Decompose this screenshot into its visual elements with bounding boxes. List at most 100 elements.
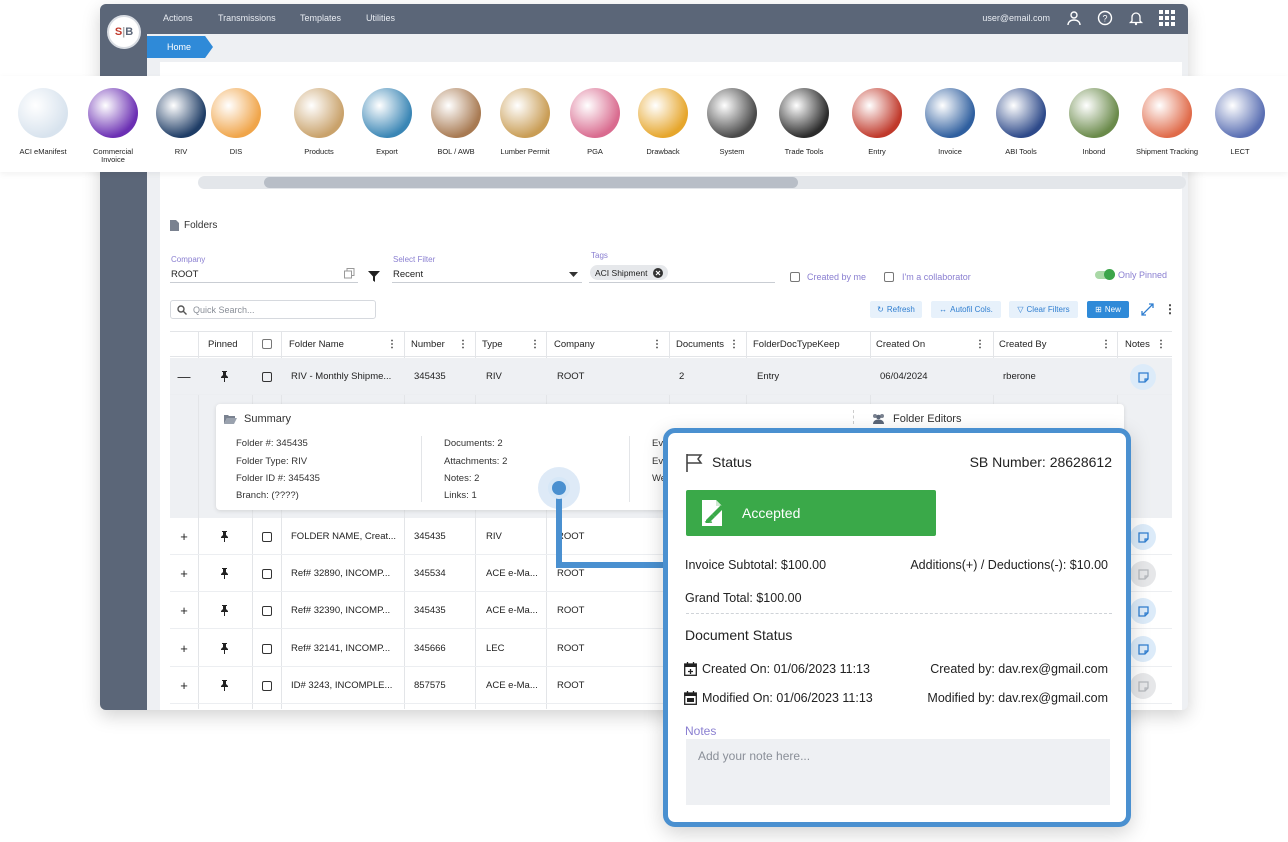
column-menu-icon[interactable]: ⋮ xyxy=(530,339,540,350)
row-checkbox[interactable] xyxy=(252,592,281,629)
col-folderdoctypekeep-header[interactable]: FolderDocTypeKeep xyxy=(745,332,868,356)
note-input[interactable] xyxy=(686,739,1110,805)
column-menu-icon[interactable]: ⋮ xyxy=(387,339,397,350)
menu-utilities[interactable]: Utilities xyxy=(366,13,395,23)
apps-grid-icon[interactable] xyxy=(1158,9,1176,27)
select-filter-dropdown[interactable]: Recent xyxy=(393,269,423,280)
more-options-icon[interactable]: ⋮ xyxy=(1164,302,1176,316)
pin-icon[interactable] xyxy=(198,518,251,555)
copy-icon[interactable] xyxy=(344,268,355,279)
ribbon-item-inbond[interactable]: Inbond xyxy=(1062,88,1126,156)
column-menu-icon[interactable]: ⋮ xyxy=(1156,339,1166,350)
new-button[interactable]: ⊞ New xyxy=(1087,301,1129,318)
filter-icon[interactable] xyxy=(368,271,380,282)
row-expander[interactable]: + xyxy=(176,667,192,704)
column-menu-icon[interactable]: ⋮ xyxy=(652,339,662,350)
tag-chip[interactable]: ACI Shipment xyxy=(590,265,669,280)
col-documents-header[interactable]: Documents ⋮ xyxy=(668,332,745,356)
menu-actions[interactable]: Actions xyxy=(163,13,193,23)
row-checkbox[interactable] xyxy=(252,630,281,667)
clear-filters-button[interactable]: ▽ Clear Filters xyxy=(1009,301,1078,318)
row-checkbox[interactable] xyxy=(252,667,281,704)
row-expander[interactable]: + xyxy=(176,518,192,555)
ribbon-item-drawback[interactable]: Drawback xyxy=(631,88,695,156)
folder-name-cell[interactable]: ID# 3243, INCOMPLE... xyxy=(291,667,401,704)
notes-icon[interactable] xyxy=(1130,561,1156,587)
ribbon-item-invoice[interactable]: Invoice xyxy=(918,88,982,156)
ribbon-item-abi-tools[interactable]: ABI Tools xyxy=(989,88,1053,156)
app-logo[interactable]: S | B xyxy=(107,15,141,49)
ribbon-item-pga[interactable]: PGA xyxy=(563,88,627,156)
notes-icon[interactable] xyxy=(1130,364,1156,390)
ribbon-item-bol-awb[interactable]: BOL / AWB xyxy=(424,88,488,156)
col-type-header[interactable]: Type ⋮ xyxy=(474,332,546,356)
menu-transmissions[interactable]: Transmissions xyxy=(218,13,276,23)
col-created-by-header[interactable]: Created By ⋮ xyxy=(991,332,1117,356)
row-checkbox[interactable] xyxy=(252,555,281,592)
folder-name-cell[interactable]: RIV - Monthly Shipme... xyxy=(291,358,401,395)
col-folder-name-header[interactable]: Folder Name ⋮ xyxy=(281,332,403,356)
col-company-header[interactable]: Company ⋮ xyxy=(546,332,668,356)
user-icon[interactable] xyxy=(1065,9,1083,27)
row-expander[interactable]: + xyxy=(176,555,192,592)
connector-dot xyxy=(548,477,570,499)
folder-name-cell[interactable]: FOLDER NAME, Creat... xyxy=(291,518,401,555)
pin-icon[interactable] xyxy=(198,667,251,704)
ribbon-item-trade-tools[interactable]: Trade Tools xyxy=(772,88,836,156)
ribbon-item-aci-emanifest[interactable]: ACI eManifest xyxy=(11,88,75,156)
select-all-checkbox[interactable] xyxy=(262,339,272,349)
pin-icon[interactable] xyxy=(198,630,251,667)
col-notes-header[interactable]: Notes ⋮ xyxy=(1117,332,1172,356)
company-field[interactable]: ROOT xyxy=(171,269,198,280)
pin-icon[interactable] xyxy=(198,555,251,592)
ribbon-item-entry[interactable]: Entry xyxy=(845,88,909,156)
autofit-columns-button[interactable]: ↔ Autofil Cols. xyxy=(931,301,1001,318)
refresh-button[interactable]: ↻ Refresh xyxy=(870,301,922,318)
table-row[interactable]: — RIV - Monthly Shipme... 345435 RIV ROOT 2 En… xyxy=(170,358,1172,395)
column-menu-icon[interactable]: ⋮ xyxy=(1101,339,1111,350)
notes-icon[interactable] xyxy=(1130,636,1156,662)
folder-name-cell[interactable]: Ref# 32890, INCOMP... xyxy=(291,555,401,592)
pin-icon[interactable] xyxy=(198,358,251,395)
col-pinned-header[interactable]: Pinned xyxy=(198,332,251,356)
created-by-me-checkbox[interactable] xyxy=(790,272,800,282)
folder-name-cell[interactable]: Ref# 32141, INCOMP... xyxy=(291,630,401,667)
row-expander[interactable]: + xyxy=(176,630,192,667)
quick-search-input[interactable]: Quick Search... xyxy=(170,300,376,319)
ribbon-item-export[interactable]: Export xyxy=(355,88,419,156)
row-checkbox[interactable] xyxy=(252,518,281,555)
ribbon-item-lumber-permit[interactable]: Lumber Permit xyxy=(493,88,557,156)
select-filter-label: Select Filter xyxy=(393,255,436,264)
expand-icon[interactable] xyxy=(1141,303,1154,316)
pin-icon[interactable] xyxy=(198,592,251,629)
ribbon-scrollbar-thumb[interactable] xyxy=(264,177,798,188)
ribbon-item-products[interactable]: Products xyxy=(287,88,351,156)
column-menu-icon[interactable]: ⋮ xyxy=(975,339,985,350)
breadcrumb-home[interactable]: Home xyxy=(147,36,213,58)
row-expander[interactable]: — xyxy=(176,358,192,395)
menu-templates[interactable]: Templates xyxy=(300,13,341,23)
folder-name-cell[interactable]: Ref# 32390, INCOMP... xyxy=(291,592,401,629)
row-checkbox[interactable] xyxy=(252,358,281,395)
bell-icon[interactable] xyxy=(1127,9,1145,27)
ribbon-item-commercial-invoice[interactable]: Commercial Invoice xyxy=(81,88,145,164)
col-created-on-header[interactable]: Created On ⋮ xyxy=(868,332,991,356)
column-menu-icon[interactable]: ⋮ xyxy=(458,339,468,350)
toggle-knob[interactable] xyxy=(1104,269,1115,280)
user-email[interactable]: user@email.com xyxy=(982,13,1050,23)
column-menu-icon[interactable]: ⋮ xyxy=(729,339,739,350)
notes-icon[interactable] xyxy=(1130,524,1156,550)
chevron-down-icon[interactable] xyxy=(569,272,578,277)
ribbon-item-lect[interactable]: LECT xyxy=(1208,88,1272,156)
ribbon-item-shipment-tracking[interactable]: Shipment Tracking xyxy=(1135,88,1199,156)
close-icon[interactable] xyxy=(653,267,664,278)
notes-icon[interactable] xyxy=(1130,673,1156,699)
notes-icon[interactable] xyxy=(1130,598,1156,624)
ribbon-item-dis[interactable]: DIS xyxy=(204,88,268,156)
col-number-header[interactable]: Number ⋮ xyxy=(403,332,474,356)
ribbon-item-system[interactable]: System xyxy=(700,88,764,156)
collaborator-checkbox[interactable] xyxy=(884,272,894,282)
row-expander[interactable]: + xyxy=(176,592,192,629)
box-icon xyxy=(294,88,344,138)
help-icon[interactable]: ? xyxy=(1096,9,1114,27)
